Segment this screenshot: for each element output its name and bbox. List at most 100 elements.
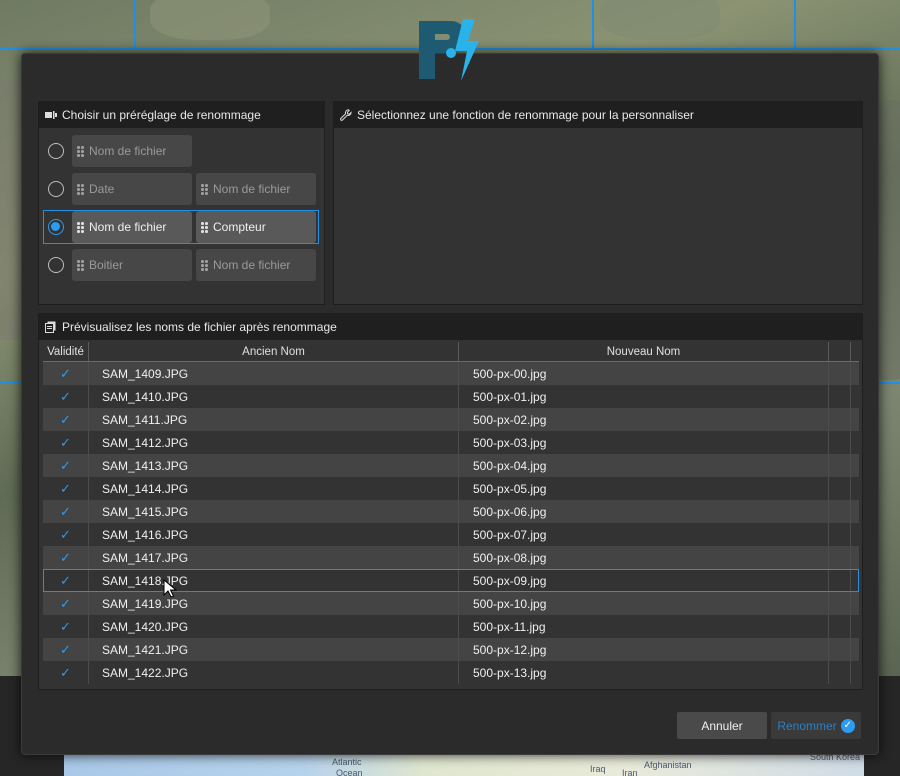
chip-label: Compteur xyxy=(213,220,266,234)
extra-cell xyxy=(829,638,851,661)
validity-check-icon: ✓ xyxy=(43,362,89,385)
preset-radio-selected[interactable] xyxy=(48,219,64,235)
mouse-cursor-icon xyxy=(163,579,177,598)
old-name-cell: SAM_1421.JPG xyxy=(89,638,459,661)
drag-grip-icon xyxy=(77,222,84,233)
preset-chip[interactable]: Compteur xyxy=(196,211,316,243)
preset-row-selected[interactable]: Nom de fichier Compteur xyxy=(43,210,319,244)
map-label: Iraq xyxy=(590,764,606,774)
preset-radio[interactable] xyxy=(48,181,64,197)
preset-radio[interactable] xyxy=(48,143,64,159)
drag-grip-icon xyxy=(201,260,208,271)
cancel-label: Annuler xyxy=(701,718,743,733)
new-name-cell: 500-px-03.jpg xyxy=(459,431,829,454)
extra-cell xyxy=(829,569,851,592)
table-row[interactable]: ✓ SAM_1412.JPG 500-px-03.jpg xyxy=(43,431,859,454)
extra-cell xyxy=(829,523,851,546)
chip-label: Nom de fichier xyxy=(213,258,291,272)
new-name-cell: 500-px-02.jpg xyxy=(459,408,829,431)
function-panel-title: Sélectionnez une fonction de renommage p… xyxy=(357,108,694,122)
new-name-cell: 500-px-08.jpg xyxy=(459,546,829,569)
preset-chip[interactable]: Nom de fichier xyxy=(196,173,316,205)
preset-panel-title: Choisir un préréglage de renommage xyxy=(62,108,261,122)
old-name-cell: SAM_1409.JPG xyxy=(89,362,459,385)
table-row[interactable]: ✓ SAM_1417.JPG 500-px-08.jpg xyxy=(43,546,859,569)
table-header: Validité Ancien Nom Nouveau Nom xyxy=(43,342,859,362)
table-row[interactable]: ✓ SAM_1413.JPG 500-px-04.jpg xyxy=(43,454,859,477)
chip-label: Boitier xyxy=(89,258,124,272)
new-name-cell: 500-px-06.jpg xyxy=(459,500,829,523)
validity-check-icon: ✓ xyxy=(43,592,89,615)
validity-check-icon: ✓ xyxy=(43,615,89,638)
table-row[interactable]: ✓ SAM_1409.JPG 500-px-00.jpg xyxy=(43,362,859,385)
new-name-cell: 500-px-11.jpg xyxy=(459,615,829,638)
preset-panel-header: Choisir un préréglage de renommage xyxy=(39,102,324,128)
extra-cell xyxy=(829,454,851,477)
validity-check-icon: ✓ xyxy=(43,454,89,477)
new-name-cell: 500-px-09.jpg xyxy=(459,569,829,592)
table-body: ✓ SAM_1409.JPG 500-px-00.jpg ✓ SAM_1410.JPG 5… xyxy=(43,362,859,684)
preset-chip[interactable]: Boitier xyxy=(72,249,192,281)
validity-check-icon: ✓ xyxy=(43,661,89,684)
table-row[interactable]: ✓ SAM_1414.JPG 500-px-05.jpg xyxy=(43,477,859,500)
rename-preview-table: Validité Ancien Nom Nouveau Nom ✓ SAM_140… xyxy=(43,342,859,688)
old-name-cell: SAM_1412.JPG xyxy=(89,431,459,454)
column-header-extra xyxy=(829,342,851,361)
column-header-old-name[interactable]: Ancien Nom xyxy=(89,342,459,361)
extra-cell xyxy=(829,661,851,684)
old-name-cell: SAM_1417.JPG xyxy=(89,546,459,569)
validity-check-icon: ✓ xyxy=(43,500,89,523)
preset-row[interactable]: Date Nom de fichier xyxy=(43,172,319,206)
preset-chip[interactable]: Nom de fichier xyxy=(196,249,316,281)
wrench-icon xyxy=(340,109,352,121)
preset-chip[interactable]: Nom de fichier xyxy=(72,211,192,243)
new-name-cell: 500-px-07.jpg xyxy=(459,523,829,546)
preview-panel-title: Prévisualisez les noms de fichier après … xyxy=(62,320,337,334)
column-header-new-name[interactable]: Nouveau Nom xyxy=(459,342,829,361)
new-name-cell: 500-px-05.jpg xyxy=(459,477,829,500)
drag-grip-icon xyxy=(77,146,84,157)
app-logo xyxy=(415,17,485,87)
function-panel: Sélectionnez une fonction de renommage p… xyxy=(333,101,863,305)
chip-label: Nom de fichier xyxy=(213,182,291,196)
new-name-cell: 500-px-01.jpg xyxy=(459,385,829,408)
preset-chip[interactable]: Nom de fichier xyxy=(72,135,192,167)
table-row[interactable]: ✓ SAM_1421.JPG 500-px-12.jpg xyxy=(43,638,859,661)
new-name-cell: 500-px-10.jpg xyxy=(459,592,829,615)
table-row[interactable]: ✓ SAM_1410.JPG 500-px-01.jpg xyxy=(43,385,859,408)
column-header-validity[interactable]: Validité xyxy=(43,342,89,361)
files-icon xyxy=(45,321,57,333)
old-name-cell: SAM_1420.JPG xyxy=(89,615,459,638)
extra-cell xyxy=(829,546,851,569)
map-label: Iran xyxy=(622,768,638,776)
preset-chip[interactable]: Date xyxy=(72,173,192,205)
table-row[interactable]: ✓ SAM_1416.JPG 500-px-07.jpg xyxy=(43,523,859,546)
preset-radio[interactable] xyxy=(48,257,64,273)
old-name-cell: SAM_1416.JPG xyxy=(89,523,459,546)
map-label: Afghanistan xyxy=(644,760,692,770)
map-label: Ocean xyxy=(336,768,363,776)
new-name-cell: 500-px-04.jpg xyxy=(459,454,829,477)
preset-row[interactable]: Nom de fichier xyxy=(43,134,319,168)
check-circle-icon: ✓ xyxy=(840,718,855,733)
drag-grip-icon xyxy=(201,184,208,195)
extra-cell xyxy=(829,615,851,638)
table-row[interactable]: ✓ SAM_1415.JPG 500-px-06.jpg xyxy=(43,500,859,523)
preset-row[interactable]: Boitier Nom de fichier xyxy=(43,248,319,282)
rename-button[interactable]: Renommer ✓ xyxy=(771,712,861,739)
table-row[interactable]: ✓ SAM_1411.JPG 500-px-02.jpg xyxy=(43,408,859,431)
chip-label: Date xyxy=(89,182,115,196)
validity-check-icon: ✓ xyxy=(43,546,89,569)
validity-check-icon: ✓ xyxy=(43,477,89,500)
function-panel-header: Sélectionnez une fonction de renommage p… xyxy=(334,102,862,128)
cancel-button[interactable]: Annuler xyxy=(677,712,767,739)
table-row[interactable]: ✓ SAM_1420.JPG 500-px-11.jpg xyxy=(43,615,859,638)
old-name-cell: SAM_1419.JPG xyxy=(89,592,459,615)
drag-grip-icon xyxy=(201,222,208,233)
old-name-cell: SAM_1410.JPG xyxy=(89,385,459,408)
table-row[interactable]: ✓ SAM_1422.JPG 500-px-13.jpg xyxy=(43,661,859,684)
old-name-cell: SAM_1411.JPG xyxy=(89,408,459,431)
new-name-cell: 500-px-13.jpg xyxy=(459,661,829,684)
old-name-cell: SAM_1422.JPG xyxy=(89,661,459,684)
map-label: Atlantic xyxy=(332,757,362,767)
